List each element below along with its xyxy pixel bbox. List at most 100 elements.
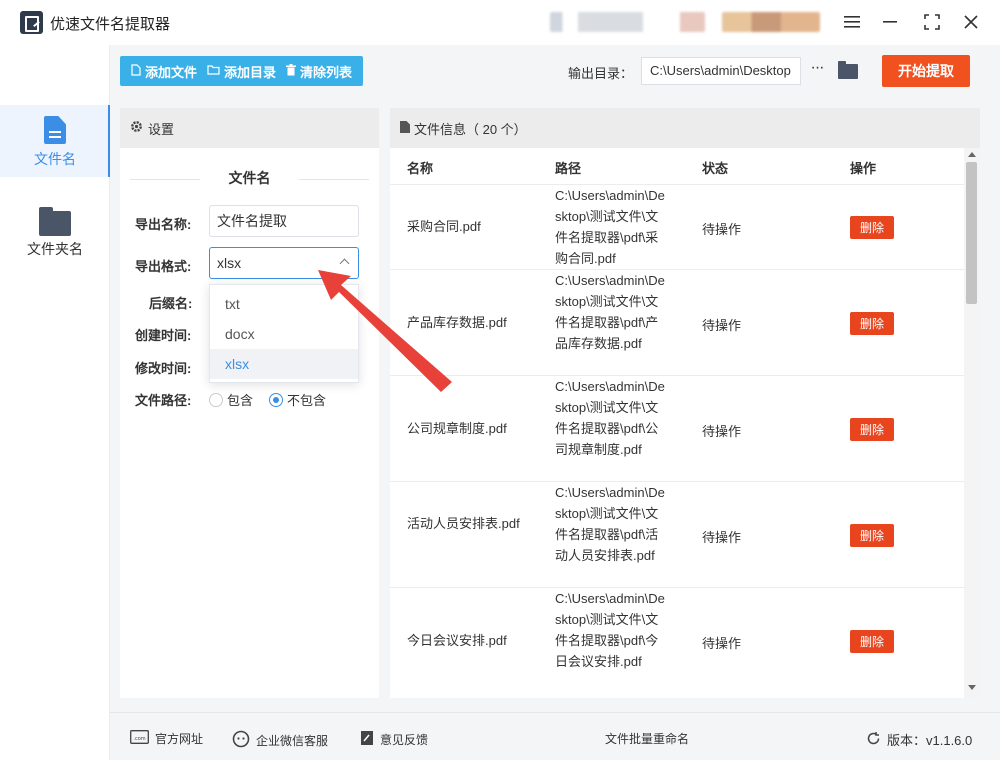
column-header-status: 状态 (702, 161, 729, 176)
file-name-cell: 采购合同.pdf (407, 219, 481, 234)
batch-rename-link[interactable]: 文件批量重命名 (605, 730, 689, 747)
website-label: 官方网址 (155, 732, 204, 746)
start-extract-button[interactable]: 开始提取 (882, 55, 970, 87)
file-status-cell: 待操作 (702, 636, 742, 651)
add-file-button[interactable]: 添加文件 (126, 62, 202, 81)
file-status-cell: 待操作 (702, 424, 742, 439)
file-path-cell: C:\Users\admin\Desktop\测试文件\文件名提取器\pdf\采… (555, 188, 665, 266)
gear-icon (130, 120, 143, 136)
file-name-cell: 产品库存数据.pdf (407, 315, 507, 330)
export-format-value: xlsx (217, 255, 242, 271)
export-format-select[interactable]: xlsx (209, 247, 359, 279)
nav-label-filename: 文件名 (34, 151, 76, 167)
file-name-cell: 今日会议安排.pdf (407, 633, 507, 648)
section-title: 文件名 (228, 170, 271, 186)
path-exclude-label: 不包含 (287, 393, 327, 408)
path-include-radio[interactable] (209, 392, 223, 407)
add-file-icon (131, 63, 141, 79)
scroll-down-icon[interactable] (968, 685, 976, 690)
feedback-link[interactable]: 意见反馈 (360, 730, 428, 749)
delete-button[interactable]: 删除 (850, 418, 894, 441)
version-label: 版本：v1.1.6.0 (887, 733, 973, 748)
app-logo-icon (20, 11, 43, 34)
settings-header: 设置 (120, 108, 379, 148)
toolbar: 添加文件 添加目录 清除列表 输出目录： C:\Users\admin\Desk… (110, 45, 1000, 97)
nav-label-foldername: 文件夹名 (27, 241, 83, 257)
file-button-group: 添加文件 添加目录 清除列表 (120, 56, 364, 86)
version-info: 版本：v1.1.6.0 (866, 730, 972, 749)
add-folder-icon (207, 64, 220, 78)
nav-item-filename[interactable]: 文件名 (0, 105, 110, 177)
table-row: 今日会议安排.pdf C:\Users\admin\Desktop\测试文件\文… (390, 587, 964, 693)
output-dir-input[interactable]: C:\Users\admin\Desktop (641, 57, 801, 85)
format-option-xlsx[interactable]: xlsx (210, 349, 358, 379)
wechat-label: 企业微信客服 (256, 734, 329, 748)
delete-button[interactable]: 删除 (850, 216, 894, 239)
menu-icon[interactable] (840, 10, 864, 34)
delete-button[interactable]: 删除 (850, 312, 894, 335)
wechat-support-link[interactable]: 企业微信客服 (232, 730, 328, 751)
file-name-cell: 活动人员安排表.pdf (407, 516, 520, 531)
file-status-cell: 待操作 (702, 318, 742, 333)
scroll-up-icon[interactable] (968, 152, 976, 157)
add-directory-button[interactable]: 添加目录 (202, 62, 281, 81)
format-dropdown: txt docx xlsx (209, 284, 359, 383)
scrollbar-thumb[interactable] (966, 162, 977, 304)
website-link[interactable]: .com 官方网址 (130, 730, 203, 747)
format-option-docx[interactable]: docx (210, 319, 358, 349)
file-path-cell: C:\Users\admin\Desktop\测试文件\文件名提取器\pdf\公… (555, 379, 665, 457)
account-info-blurred (550, 12, 705, 32)
trash-icon (286, 63, 297, 79)
file-icon (44, 116, 66, 144)
path-exclude-radio[interactable] (269, 392, 284, 407)
file-status-cell: 待操作 (702, 222, 742, 237)
file-path-cell: C:\Users\admin\Desktop\测试文件\文件名提取器\pdf\今… (555, 591, 665, 669)
column-header-path: 路径 (555, 161, 582, 176)
table-row: 产品库存数据.pdf C:\Users\admin\Desktop\测试文件\文… (390, 269, 964, 375)
left-nav: 文件名 文件夹名 (0, 45, 110, 760)
open-folder-icon[interactable] (838, 61, 858, 79)
vertical-scrollbar[interactable] (964, 148, 980, 698)
format-option-txt[interactable]: txt (210, 289, 358, 319)
app-title: 优速文件名提取器 (50, 16, 171, 33)
path-include-label: 包含 (227, 393, 254, 408)
folder-icon (39, 207, 71, 236)
footer: .com 官方网址 企业微信客服 意见反馈 文件批量重命名 版本：v1.1.6.… (110, 712, 1000, 760)
document-icon (400, 120, 410, 136)
maximize-icon[interactable] (920, 10, 944, 34)
close-icon[interactable] (959, 10, 983, 34)
file-info-panel: 文件信息（ 20 个） 名称 路径 状态 操作 采购合同.pdf C:\User… (390, 108, 980, 698)
export-format-label: 导出格式: (135, 259, 192, 274)
svg-text:.com: .com (133, 736, 145, 742)
export-name-label: 导出名称: (135, 217, 192, 232)
file-status-cell: 待操作 (702, 530, 742, 545)
export-name-input[interactable]: 文件名提取 (209, 205, 359, 237)
clear-list-button[interactable]: 清除列表 (281, 62, 357, 81)
table-row: 活动人员安排表.pdf C:\Users\admin\Desktop\测试文件\… (390, 481, 964, 587)
settings-header-label: 设置 (148, 121, 175, 137)
wechat-icon (232, 730, 250, 751)
file-path-label: 文件路径: (135, 393, 192, 408)
delete-button[interactable]: 删除 (850, 630, 894, 653)
title-bar: 优速文件名提取器 (0, 0, 1000, 45)
chevron-up-icon (339, 258, 350, 269)
section-divider-right (299, 179, 369, 180)
file-info-header-label: 文件信息（ 20 个） (414, 121, 527, 137)
file-info-header: 文件信息（ 20 个） (390, 108, 980, 148)
feedback-label: 意见反馈 (380, 733, 429, 747)
feedback-icon (360, 730, 374, 749)
website-icon: .com (130, 730, 149, 747)
account-badge-blurred (722, 12, 820, 32)
suffix-label: 后缀名: (149, 296, 193, 311)
delete-button[interactable]: 删除 (850, 524, 894, 547)
column-header-name: 名称 (407, 161, 434, 176)
minimize-icon[interactable] (878, 10, 902, 34)
table-row: 公司规章制度.pdf C:\Users\admin\Desktop\测试文件\文… (390, 375, 964, 481)
file-path-cell: C:\Users\admin\Desktop\测试文件\文件名提取器\pdf\产… (555, 273, 665, 351)
created-time-label: 创建时间: (135, 328, 192, 343)
nav-item-foldername[interactable]: 文件夹名 (0, 195, 110, 267)
modified-time-label: 修改时间: (135, 361, 192, 376)
clear-list-label: 清除列表 (300, 64, 353, 80)
browse-more-button[interactable]: ··· (806, 59, 828, 81)
add-directory-label: 添加目录 (224, 64, 277, 80)
